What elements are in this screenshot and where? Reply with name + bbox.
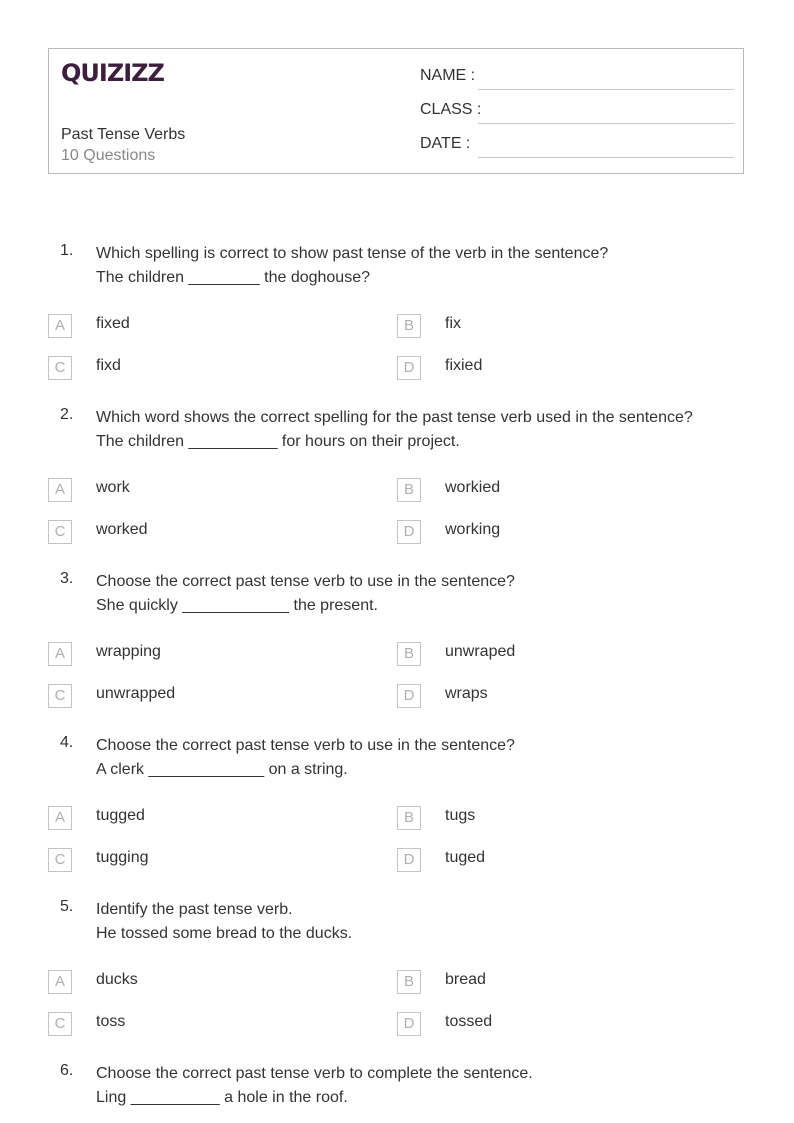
question-sentence: She quickly ____________ the present. (96, 597, 378, 614)
option-letter-box[interactable]: A (48, 314, 72, 338)
option-text: working (445, 521, 501, 538)
option-letter-box[interactable]: A (48, 642, 72, 666)
option-letter-box[interactable]: C (48, 356, 72, 380)
option-text: fixed (96, 315, 130, 332)
option-text: worked (96, 521, 148, 538)
option-text: toss (96, 1013, 126, 1030)
option-text: fix (445, 315, 461, 332)
date-field[interactable]: DATE : (420, 135, 734, 159)
question-sentence: He tossed some bread to the ducks. (96, 925, 353, 942)
question-number: 3. (60, 570, 74, 587)
option-letter-box[interactable]: B (397, 806, 421, 830)
option-letter-box[interactable]: C (48, 684, 72, 708)
option-text: fixd (96, 357, 121, 374)
option-letter-box[interactable]: B (397, 642, 421, 666)
question-text: Choose the correct past tense verb to us… (96, 570, 515, 618)
option-letter-box[interactable]: A (48, 478, 72, 502)
option-letter-box[interactable]: D (397, 1012, 421, 1036)
question-number: 4. (60, 734, 74, 751)
option-letter-box[interactable]: B (397, 314, 421, 338)
option-letter-box[interactable]: A (48, 806, 72, 830)
date-label: DATE : (420, 135, 471, 152)
option-text: tuged (445, 849, 486, 866)
question-prompt: Choose the correct past tense verb to us… (96, 737, 515, 754)
option-letter-box[interactable]: B (397, 478, 421, 502)
option-text: wraps (445, 685, 488, 702)
option-text: workied (445, 479, 501, 496)
question-text: Identify the past tense verb. He tossed s… (96, 898, 352, 946)
option-letter-box[interactable]: C (48, 1012, 72, 1036)
option-text: tossed (445, 1013, 493, 1030)
question-prompt: Which word shows the correct spelling fo… (96, 409, 693, 426)
name-line[interactable] (478, 89, 734, 90)
question-prompt: Which spelling is correct to show past t… (96, 245, 609, 262)
option-letter-box[interactable]: D (397, 684, 421, 708)
question-number: 2. (60, 406, 74, 423)
option-letter-box[interactable]: C (48, 520, 72, 544)
option-letter-box[interactable]: C (48, 848, 72, 872)
option-letter-box[interactable]: D (397, 356, 421, 380)
option-text: unwrapped (96, 685, 176, 702)
option-letter-box[interactable]: D (397, 520, 421, 544)
question-text: Which spelling is correct to show past t… (96, 242, 608, 290)
option-text: tugs (445, 807, 476, 824)
option-text: wrapping (96, 643, 161, 660)
option-text: work (96, 479, 130, 496)
question-prompt: Choose the correct past tense verb to co… (96, 1065, 533, 1082)
question-sentence: The children ________ the doghouse? (96, 269, 370, 286)
question-text: Choose the correct past tense verb to co… (96, 1062, 533, 1110)
class-label: CLASS : (420, 101, 482, 118)
option-text: unwraped (445, 643, 516, 660)
worksheet-title: Past Tense Verbs (61, 126, 186, 143)
option-text: tugging (96, 849, 149, 866)
option-text: bread (445, 971, 486, 988)
class-line[interactable] (478, 123, 734, 124)
question-number: 1. (60, 242, 74, 259)
quizizz-logo: QUIZIZZ (61, 59, 165, 87)
option-text: ducks (96, 971, 138, 988)
question-sentence: A clerk _____________ on a string. (96, 761, 348, 778)
question-number: 6. (60, 1062, 74, 1079)
worksheet-header: QUIZIZZ Past Tense Verbs 10 Questions NA… (48, 48, 744, 174)
question-sentence: The children __________ for hours on the… (96, 433, 460, 450)
option-text: tugged (96, 807, 145, 824)
question-text: Which word shows the correct spelling fo… (96, 406, 693, 454)
option-letter-box[interactable]: A (48, 970, 72, 994)
question-number: 5. (60, 898, 74, 915)
class-field[interactable]: CLASS : (420, 101, 734, 125)
date-line[interactable] (478, 157, 734, 158)
name-field[interactable]: NAME : (420, 67, 734, 91)
question-prompt: Identify the past tense verb. (96, 901, 293, 918)
option-letter-box[interactable]: D (397, 848, 421, 872)
name-label: NAME : (420, 67, 476, 84)
question-text: Choose the correct past tense verb to us… (96, 734, 515, 782)
option-text: fixied (445, 357, 483, 374)
question-sentence: Ling __________ a hole in the roof. (96, 1089, 348, 1106)
option-letter-box[interactable]: B (397, 970, 421, 994)
question-prompt: Choose the correct past tense verb to us… (96, 573, 515, 590)
question-count: 10 Questions (61, 147, 156, 164)
